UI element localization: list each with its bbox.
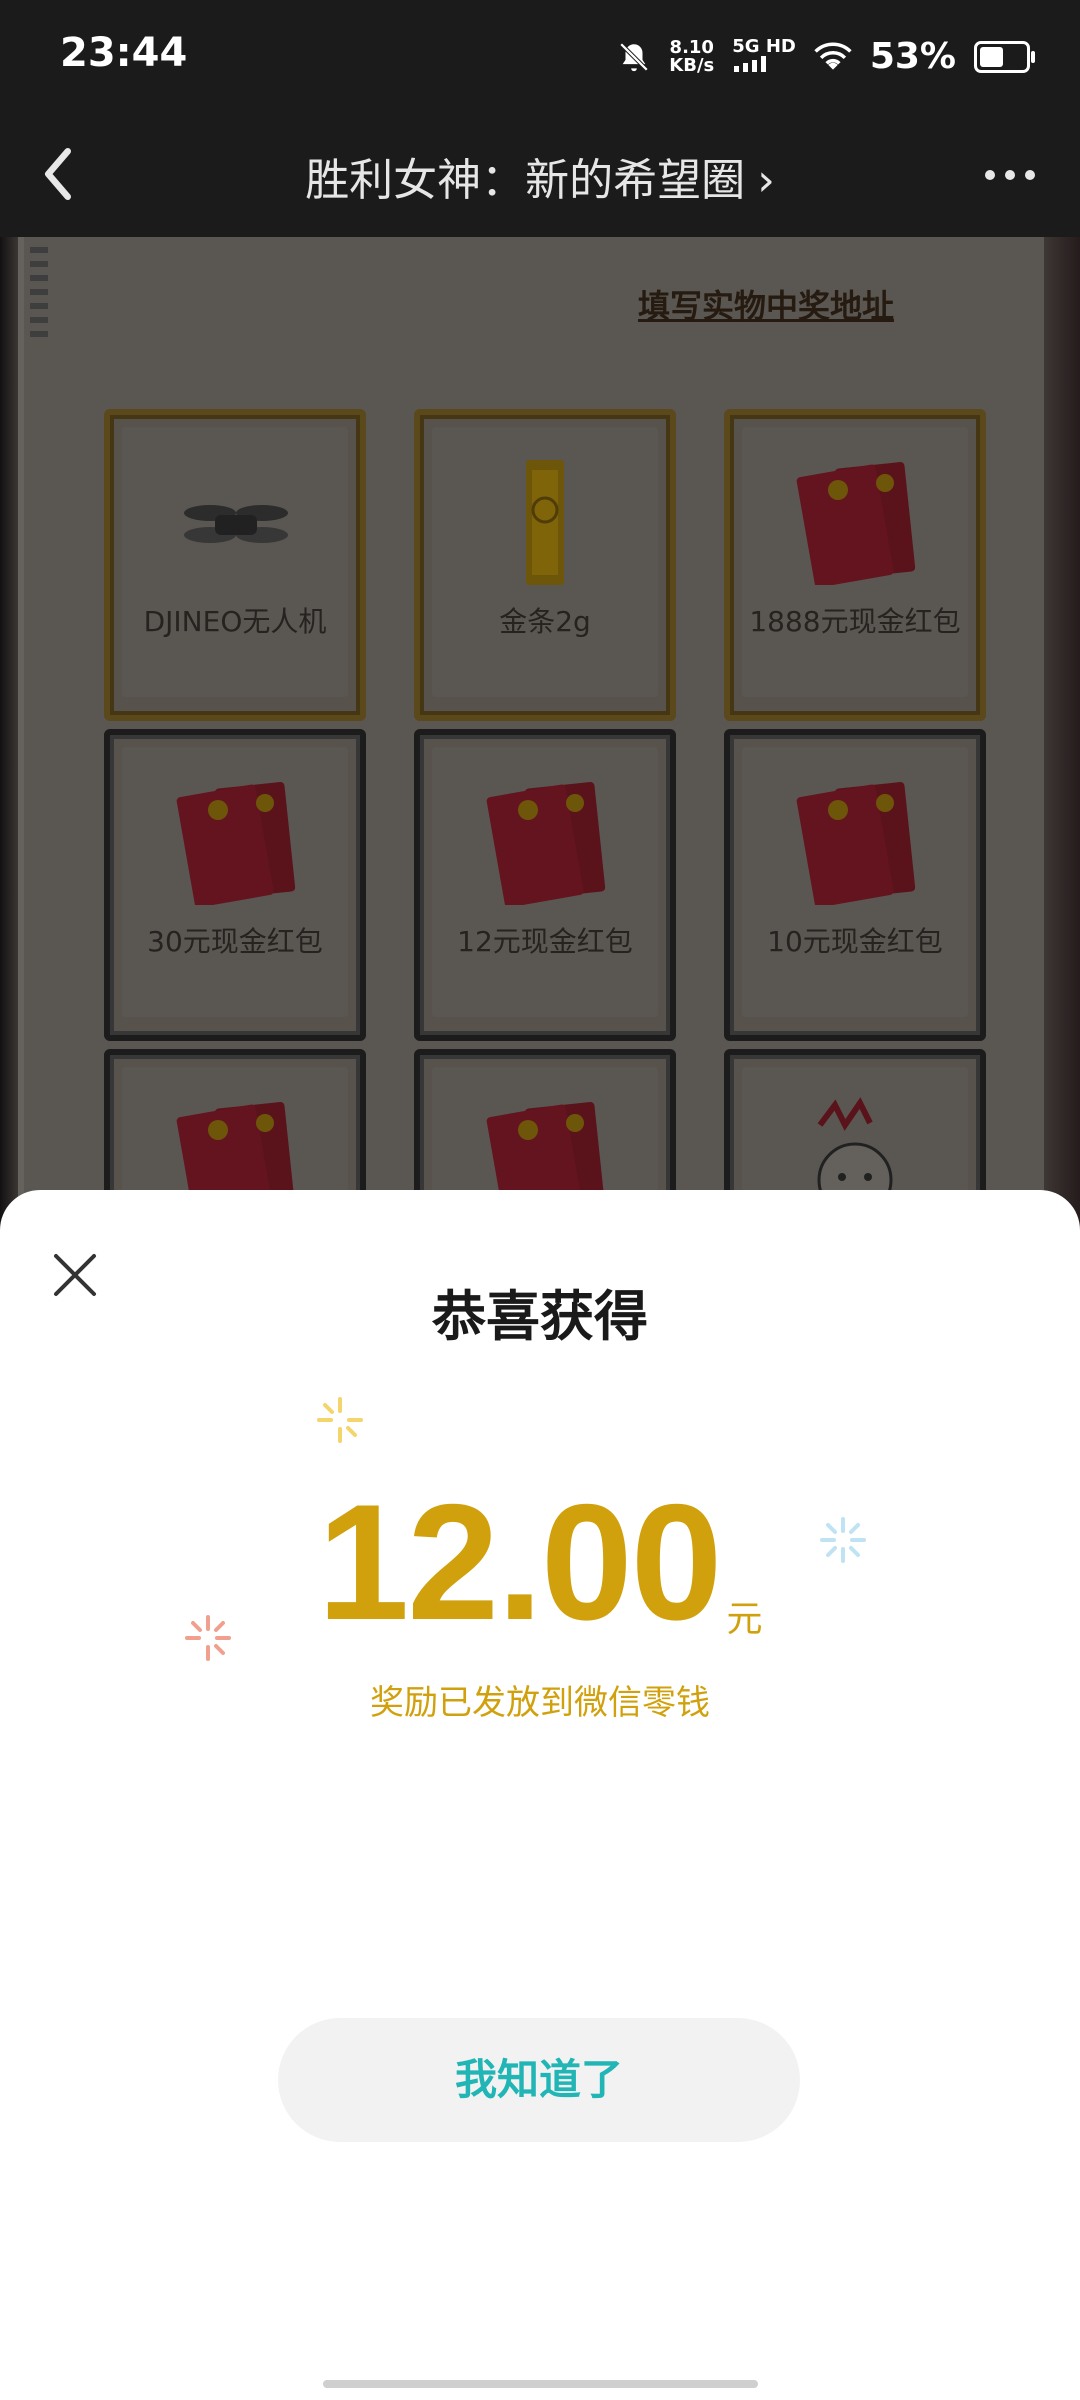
modal-scrim[interactable] [0, 237, 1080, 1237]
battery-percent: 53% [869, 36, 956, 77]
mute-bell-icon [620, 42, 649, 71]
signal-bars-icon [734, 55, 767, 72]
page-title-text: 胜利女神：新的希望圈 [305, 155, 746, 206]
nav-bar: 胜利女神：新的希望圈 › [0, 112, 1080, 237]
net-speed: 8.10 KB/s [669, 36, 715, 76]
status-time: 23:44 [60, 30, 188, 76]
sheet-title: 恭喜获得 [432, 1285, 648, 1348]
status-icons: 8.10 KB/s 5G HD 53% [617, 35, 1035, 77]
home-indicator[interactable] [323, 2380, 758, 2388]
battery-icon [974, 40, 1035, 73]
chevron-right-icon: › [757, 155, 775, 206]
cellular-signal: 5G HD [732, 35, 796, 76]
reward-amount-unit: 元 [726, 1599, 763, 1640]
signal-label: 5G HD [732, 35, 796, 57]
reward-note: 奖励已发放到微信零钱 [370, 1683, 710, 1723]
page-title[interactable]: 胜利女神：新的希望圈 › [0, 144, 1080, 208]
more-options-icon[interactable] [980, 160, 1040, 190]
status-bar: 23:44 8.10 KB/s 5G HD 53% [0, 0, 1080, 112]
reward-amount-value: 12.00 [317, 1470, 723, 1654]
got-it-button[interactable]: 我知道了 [278, 2018, 800, 2142]
wifi-icon [814, 41, 852, 70]
reward-sheet: 恭喜获得 12.00 元 奖励已发放到微信零钱 我知道了 [0, 1190, 1080, 2400]
battery-fill [980, 46, 1003, 67]
sparkle-icon [317, 1397, 363, 1443]
reward-amount: 12.00 元 [0, 1480, 1080, 1645]
net-speed-value: 8.10 [669, 36, 714, 58]
net-speed-unit: KB/s [669, 54, 715, 76]
